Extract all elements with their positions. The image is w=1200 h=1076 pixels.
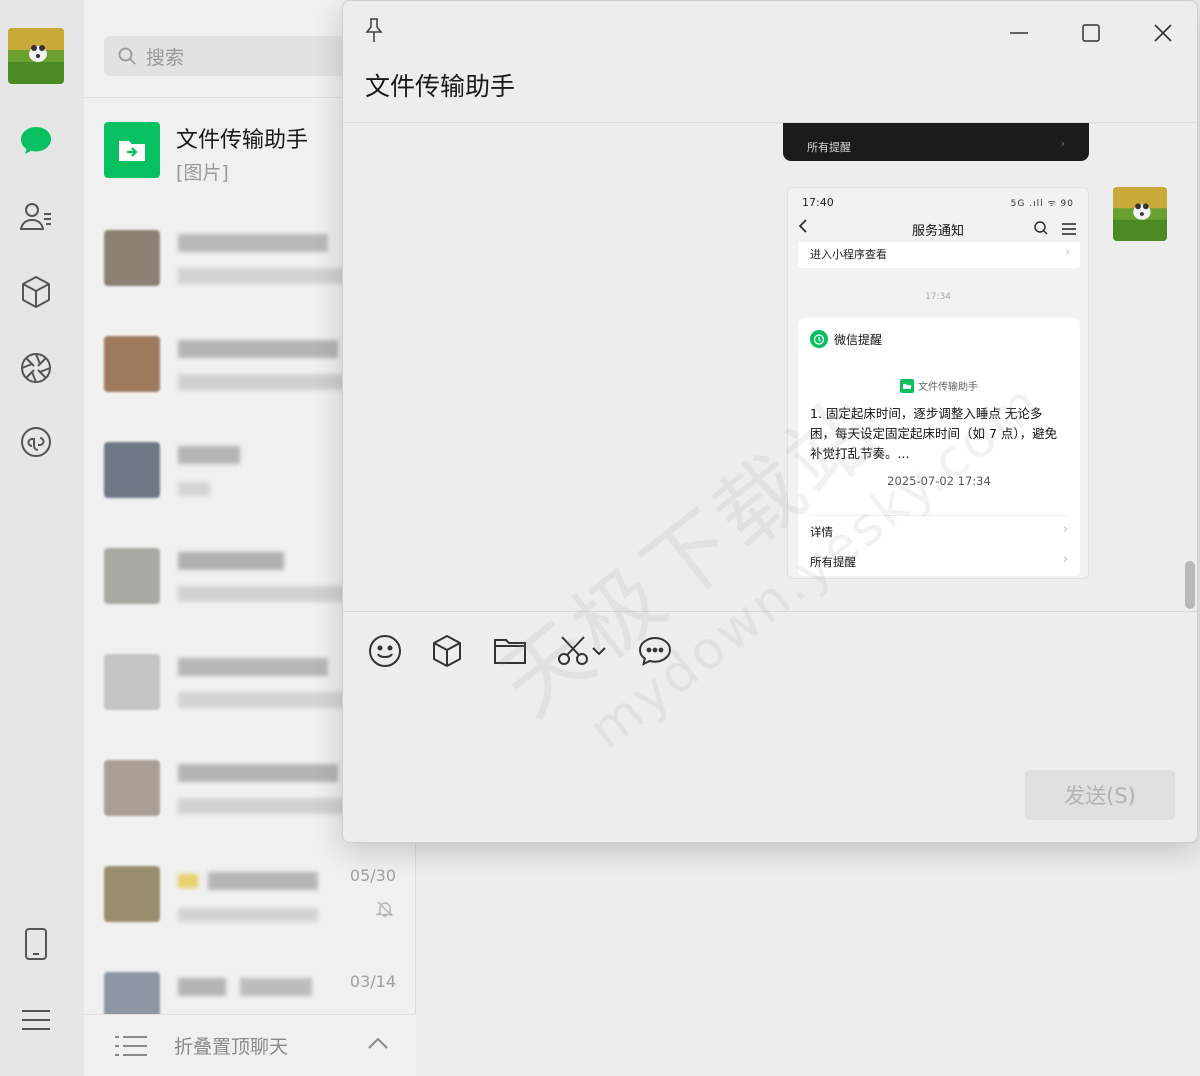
file-transfer-avatar bbox=[104, 122, 160, 178]
status-indicators: 5G .ıll ᯤ 90 bbox=[1010, 199, 1074, 209]
scrollbar-thumb[interactable] bbox=[1185, 561, 1195, 609]
alarm-clock-icon bbox=[810, 330, 828, 348]
input-divider bbox=[343, 611, 1197, 612]
chevron-up-icon bbox=[368, 1037, 388, 1049]
sender-avatar[interactable] bbox=[1113, 187, 1167, 241]
chevron-down-icon bbox=[592, 646, 606, 655]
chevron-right-icon: › bbox=[1062, 522, 1068, 537]
chat-bubble-icon bbox=[638, 636, 672, 666]
mute-bell-icon bbox=[376, 900, 394, 922]
my-avatar[interactable] bbox=[8, 28, 64, 84]
cube-icon bbox=[433, 635, 461, 667]
card-date: 2025-07-02 17:34 bbox=[887, 474, 991, 488]
fold-label: 折叠置顶聊天 bbox=[174, 1036, 289, 1058]
previous-image-message[interactable]: 所有提醒 › bbox=[783, 123, 1089, 161]
status-time: 17:40 bbox=[802, 196, 834, 209]
chat-window: 文件传输助手 所有提醒 › 17:40 5G .ıll ᯤ 90 服务通知 进入… bbox=[342, 0, 1198, 843]
screenshot-timestamp: 17:34 bbox=[925, 292, 951, 302]
search-icon bbox=[1034, 220, 1048, 239]
card-header: 微信提醒 bbox=[810, 330, 882, 348]
chevron-right-icon: › bbox=[1060, 137, 1065, 150]
card-row-divider bbox=[810, 515, 1068, 516]
strip-text: 进入小程序查看 bbox=[810, 248, 887, 261]
avatar bbox=[104, 230, 160, 286]
mini-program-strip: 进入小程序查看 › bbox=[798, 242, 1080, 268]
search-icon bbox=[118, 47, 136, 65]
list-item[interactable]: 05/30 bbox=[84, 844, 416, 950]
contacts-icon[interactable] bbox=[14, 194, 58, 238]
chat-preview: [图片] bbox=[176, 162, 229, 184]
list-icon bbox=[115, 1035, 147, 1056]
send-file-button[interactable] bbox=[488, 629, 532, 673]
chat-time: 03/14 bbox=[349, 972, 396, 991]
menu-icon[interactable] bbox=[14, 998, 58, 1042]
avatar bbox=[104, 442, 160, 498]
maximize-button[interactable] bbox=[1077, 19, 1105, 47]
fold-pinned-chats[interactable]: 折叠置顶聊天 bbox=[84, 1014, 416, 1076]
chevron-right-icon: › bbox=[1062, 552, 1068, 567]
mini-programs-icon[interactable] bbox=[14, 420, 58, 464]
send-button[interactable]: 发送(S) bbox=[1025, 770, 1175, 820]
avatar bbox=[104, 760, 160, 816]
row-details-label: 详情 bbox=[810, 525, 833, 539]
search-placeholder: 搜索 bbox=[146, 46, 185, 69]
minimize-button[interactable] bbox=[1005, 19, 1033, 47]
image-message[interactable]: 17:40 5G .ıll ᯤ 90 服务通知 进入小程序查看 › 17:34 … bbox=[787, 187, 1089, 579]
chevron-right-icon: › bbox=[1065, 245, 1070, 258]
collections-icon[interactable] bbox=[14, 270, 58, 314]
chat-icon[interactable] bbox=[14, 118, 58, 162]
favorites-button[interactable] bbox=[425, 629, 469, 673]
card-row-all: 所有提醒 › bbox=[810, 548, 1068, 576]
card-source-name: 文件传输助手 bbox=[918, 382, 978, 393]
emoji-icon bbox=[369, 635, 401, 667]
file-transfer-icon bbox=[900, 378, 914, 393]
avatar bbox=[104, 336, 160, 392]
avatar bbox=[104, 548, 160, 604]
dark-card-label: 所有提醒 bbox=[807, 141, 851, 154]
avatar bbox=[104, 654, 160, 710]
pin-icon[interactable] bbox=[363, 17, 385, 47]
chat-time: 05/30 bbox=[349, 866, 396, 885]
moments-icon[interactable] bbox=[14, 346, 58, 390]
emoji-button[interactable] bbox=[363, 629, 407, 673]
hamburger-icon bbox=[1062, 220, 1076, 239]
row-all-label: 所有提醒 bbox=[810, 555, 856, 569]
card-sender: 微信提醒 bbox=[834, 332, 883, 347]
card-body: 1. 固定起床时间，逐步调整入睡点 无论多困，每天设定固定起床时间（如 7 点）… bbox=[810, 406, 1058, 461]
screenshot-options-dropdown[interactable] bbox=[589, 629, 609, 673]
avatar bbox=[104, 866, 160, 922]
card-row-details: 详情 › bbox=[810, 518, 1068, 546]
scissors-icon bbox=[558, 636, 588, 665]
phone-icon[interactable] bbox=[14, 922, 58, 966]
chat-name: 文件传输助手 bbox=[176, 128, 309, 153]
message-area[interactable]: 所有提醒 › 17:40 5G .ıll ᯤ 90 服务通知 进入小程序查看 ›… bbox=[343, 123, 1197, 611]
folder-transfer-icon bbox=[119, 141, 145, 161]
folder-icon bbox=[494, 639, 526, 664]
nav-rail bbox=[0, 0, 84, 1076]
chat-title: 文件传输助手 bbox=[365, 72, 516, 101]
close-button[interactable] bbox=[1149, 19, 1177, 47]
chat-history-button[interactable] bbox=[633, 629, 677, 673]
card-source: 文件传输助手 bbox=[798, 378, 1080, 393]
reminder-card: 微信提醒 文件传输助手 1. 固定起床时间，逐步调整入睡点 无论多困，每天设定固… bbox=[798, 318, 1080, 576]
